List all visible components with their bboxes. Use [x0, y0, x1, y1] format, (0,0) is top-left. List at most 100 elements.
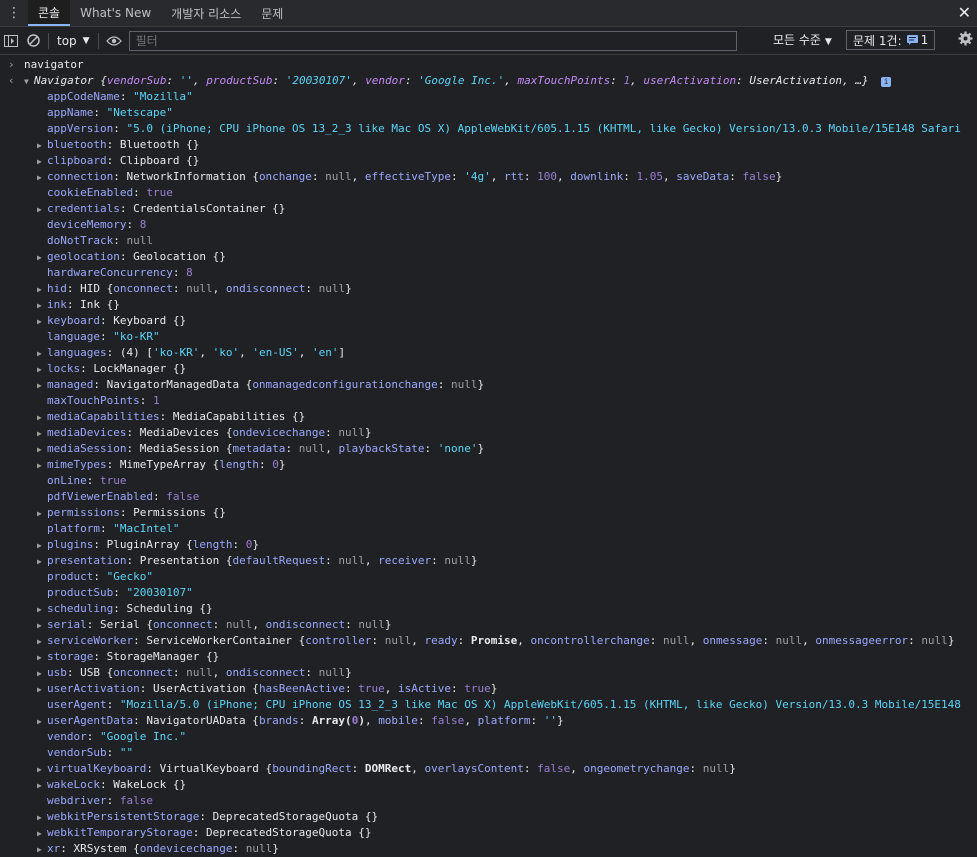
result-summary[interactable]: ‹ ▼ Navigator {vendorSub: '', productSub:…: [0, 73, 977, 89]
property-row-connection[interactable]: ▶ connection: NetworkInformation {onchang…: [0, 169, 977, 185]
property-row-appName: appName: "Netscape": [47, 106, 173, 119]
expand-triangle-icon[interactable]: ▶: [37, 554, 47, 569]
sidebar-toggle-icon[interactable]: [0, 30, 22, 52]
console-input-line: › navigator: [0, 57, 977, 73]
property-row-virtualKeyboard[interactable]: ▶ virtualKeyboard: VirtualKeyboard {bound…: [0, 761, 977, 777]
property-key: userActivation: [47, 682, 140, 695]
filter-input[interactable]: [128, 30, 737, 51]
property-row-credentials[interactable]: ▶ credentials: CredentialsContainer {}: [0, 201, 977, 217]
expand-triangle-icon[interactable]: ▶: [37, 170, 47, 185]
expand-triangle-icon[interactable]: ▶: [37, 314, 47, 329]
property-key: webkitPersistentStorage: [47, 810, 200, 823]
expand-triangle-icon[interactable]: ▶: [37, 442, 47, 457]
property-row-keyboard[interactable]: ▶ keyboard: Keyboard {}: [0, 313, 977, 329]
expand-triangle-icon[interactable]: ▶: [37, 138, 47, 153]
property-value: "Gecko": [106, 570, 153, 583]
property-row-mediaDevices[interactable]: ▶ mediaDevices: MediaDevices {ondevicecha…: [0, 425, 977, 441]
close-drawer-icon[interactable]: ✕: [958, 3, 971, 22]
property-row-geolocation[interactable]: ▶ geolocation: Geolocation {}: [0, 249, 977, 265]
expand-triangle-icon[interactable]: ▶: [37, 458, 47, 473]
property-value: 1: [152, 394, 160, 407]
property-value: MimeTypeArray {length: 0}: [119, 458, 286, 471]
property-row-scheduling[interactable]: ▶ scheduling: Scheduling {}: [0, 601, 977, 617]
expand-triangle-icon[interactable]: ▶: [37, 778, 47, 793]
property-row-usb[interactable]: ▶ usb: USB {onconnect: null, ondisconnect…: [0, 665, 977, 681]
expand-triangle-icon[interactable]: ▶: [37, 506, 47, 521]
property-row-userAgentData[interactable]: ▶ userAgentData: NavigatorUAData {brands:…: [0, 713, 977, 729]
console-toolbar: top ▼ 모든 수준 ▼ 문제 1건: 1: [0, 27, 977, 55]
object-name: Navigator: [34, 74, 94, 87]
live-expression-eye-icon[interactable]: [103, 30, 125, 52]
clear-console-icon[interactable]: [22, 30, 44, 52]
expand-triangle-icon[interactable]: ▶: [37, 826, 47, 841]
property-value: true: [146, 186, 173, 199]
settings-gear-icon[interactable]: [958, 31, 973, 49]
expand-triangle-icon[interactable]: ▶: [37, 202, 47, 217]
tab-console[interactable]: 콘솔: [28, 0, 71, 26]
expand-triangle-icon[interactable]: ▶: [37, 666, 47, 681]
expand-triangle-icon[interactable]: ▶: [37, 154, 47, 169]
tab-issues[interactable]: 문제: [251, 0, 293, 26]
expand-triangle-icon[interactable]: ▶: [37, 538, 47, 553]
property-value: UserActivation {hasBeenActive: true, isA…: [152, 682, 498, 695]
property-row-mediaSession[interactable]: ▶ mediaSession: MediaSession {metadata: n…: [0, 441, 977, 457]
expand-triangle-icon[interactable]: ▶: [37, 250, 47, 265]
property-row-storage[interactable]: ▶ storage: StorageManager {}: [0, 649, 977, 665]
property-key: pdfViewerEnabled: [47, 490, 153, 503]
property-row-platform: platform: "MacIntel": [47, 522, 180, 535]
property-key: bluetooth: [47, 138, 107, 151]
expand-triangle-icon[interactable]: ▶: [37, 650, 47, 665]
property-key: hardwareConcurrency: [47, 266, 173, 279]
context-selector[interactable]: top ▼: [53, 34, 94, 48]
expand-triangle-icon[interactable]: ▶: [37, 362, 47, 377]
expand-triangle-icon[interactable]: ▶: [37, 426, 47, 441]
property-list: appCodeName: "Mozilla" appName: "Netscape…: [0, 89, 977, 857]
property-row-webkitPersistentStorage[interactable]: ▶ webkitPersistentStorage: DeprecatedStor…: [0, 809, 977, 825]
property-row-languages[interactable]: ▶ languages: (4) ['ko-KR', 'ko', 'en-US',…: [0, 345, 977, 361]
property-row-webkitTemporaryStorage[interactable]: ▶ webkitTemporaryStorage: DeprecatedStora…: [0, 825, 977, 841]
issues-counter-button[interactable]: 문제 1건: 1: [846, 30, 936, 50]
more-tools-icon[interactable]: ⋮: [0, 0, 28, 26]
expand-triangle-icon[interactable]: ▶: [37, 298, 47, 313]
property-row-userActivation[interactable]: ▶ userActivation: UserActivation {hasBeen…: [0, 681, 977, 697]
property-row-clipboard[interactable]: ▶ clipboard: Clipboard {}: [0, 153, 977, 169]
property-row-mimeTypes[interactable]: ▶ mimeTypes: MimeTypeArray {length: 0}: [0, 457, 977, 473]
property-key: locks: [47, 362, 81, 375]
log-levels-dropdown[interactable]: 모든 수준 ▼: [773, 31, 832, 48]
expand-triangle-icon[interactable]: ▶: [37, 410, 47, 425]
property-row-serial[interactable]: ▶ serial: Serial {onconnect: null, ondisc…: [0, 617, 977, 633]
expand-triangle-icon[interactable]: ▶: [37, 282, 47, 297]
expand-triangle-icon[interactable]: ▶: [37, 810, 47, 825]
property-row-presentation[interactable]: ▶ presentation: Presentation {defaultRequ…: [0, 553, 977, 569]
expand-triangle-icon[interactable]: ▶: [37, 618, 47, 633]
property-row-mediaCapabilities[interactable]: ▶ mediaCapabilities: MediaCapabilities {}: [0, 409, 977, 425]
property-row-managed[interactable]: ▶ managed: NavigatorManagedData {onmanage…: [0, 377, 977, 393]
collapse-triangle-icon[interactable]: ▼: [24, 74, 34, 89]
input-prompt-icon: ›: [8, 58, 15, 71]
info-icon[interactable]: i: [881, 77, 892, 87]
expand-triangle-icon[interactable]: ▶: [37, 714, 47, 729]
property-row-wakeLock[interactable]: ▶ wakeLock: WakeLock {}: [0, 777, 977, 793]
property-key: mediaSession: [47, 442, 127, 455]
property-row-hid[interactable]: ▶ hid: HID {onconnect: null, ondisconnect…: [0, 281, 977, 297]
expand-triangle-icon[interactable]: ▶: [37, 378, 47, 393]
tab-developer-resources[interactable]: 개발자 리소스: [161, 0, 251, 26]
property-row-ink[interactable]: ▶ ink: Ink {}: [0, 297, 977, 313]
issues-label: 문제 1건:: [853, 33, 902, 48]
expand-triangle-icon[interactable]: ▶: [37, 842, 47, 857]
expand-triangle-icon[interactable]: ▶: [37, 682, 47, 697]
property-row-plugins[interactable]: ▶ plugins: PluginArray {length: 0}: [0, 537, 977, 553]
toolbar-divider: [97, 32, 99, 49]
tab-whats-new[interactable]: What's New: [70, 0, 161, 26]
property-row-xr[interactable]: ▶ xr: XRSystem {ondevicechange: null}: [0, 841, 977, 857]
expand-triangle-icon[interactable]: ▶: [37, 346, 47, 361]
property-key: managed: [47, 378, 94, 391]
property-row-serviceWorker[interactable]: ▶ serviceWorker: ServiceWorkerContainer {…: [0, 633, 977, 649]
property-row-permissions[interactable]: ▶ permissions: Permissions {}: [0, 505, 977, 521]
expand-triangle-icon[interactable]: ▶: [37, 602, 47, 617]
expand-triangle-icon[interactable]: ▶: [37, 762, 47, 777]
property-row-locks[interactable]: ▶ locks: LockManager {}: [0, 361, 977, 377]
expand-triangle-icon[interactable]: ▶: [37, 634, 47, 649]
property-row-hardwareConcurrency: hardwareConcurrency: 8: [47, 266, 193, 279]
property-row-bluetooth[interactable]: ▶ bluetooth: Bluetooth {}: [0, 137, 977, 153]
